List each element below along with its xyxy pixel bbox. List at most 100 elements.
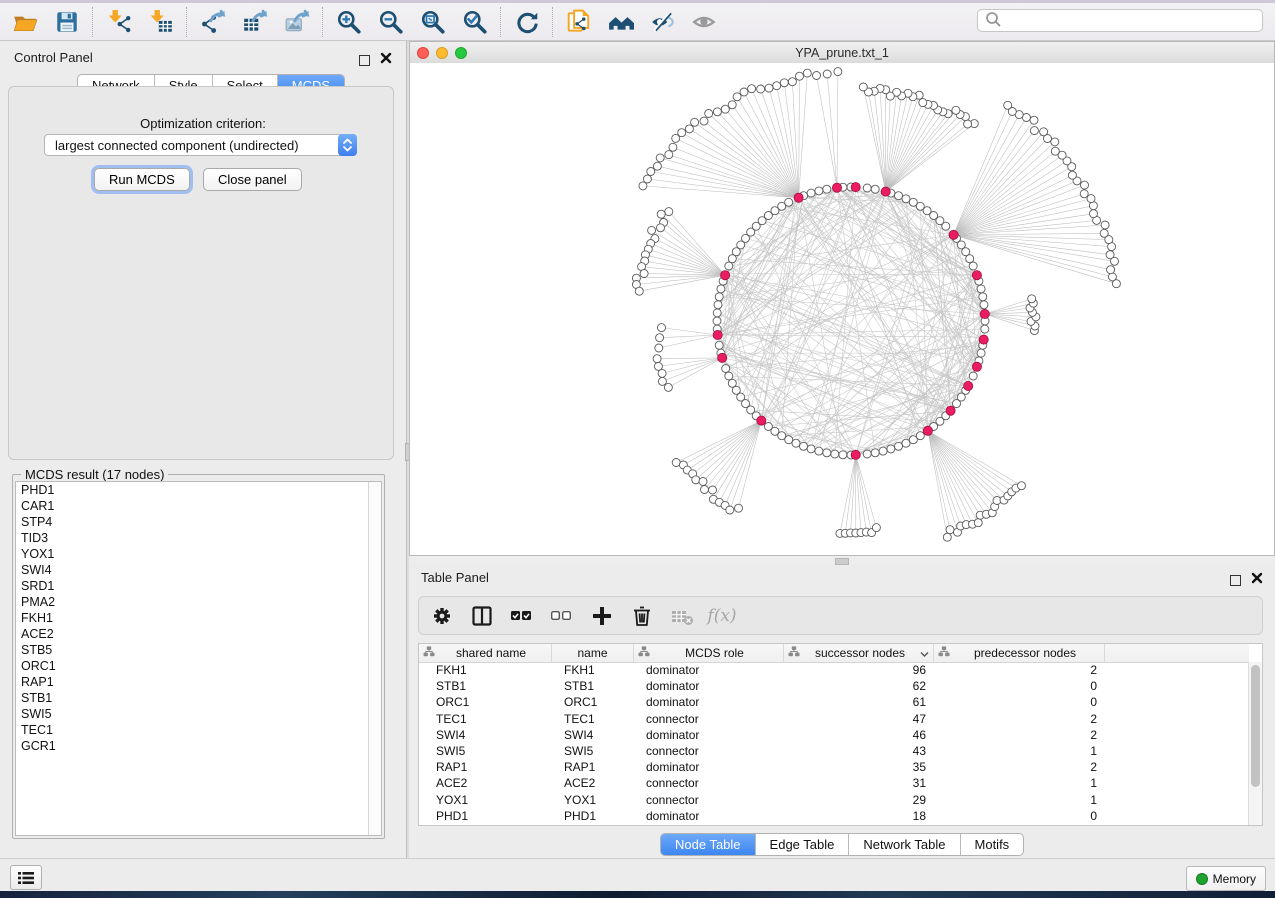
network-window-titlebar[interactable]: YPA_prune.txt_1 xyxy=(410,42,1274,64)
save-session-icon[interactable] xyxy=(46,5,88,39)
add-column-icon[interactable] xyxy=(589,603,615,629)
mcds-result-item[interactable]: YOX1 xyxy=(16,546,381,562)
hide-graphics-details-icon[interactable] xyxy=(642,5,684,39)
column-header-successor-nodes[interactable]: successor nodes xyxy=(784,644,934,662)
zoom-in-icon[interactable] xyxy=(328,5,370,39)
table-row[interactable]: FKH1FKH1dominator962 xyxy=(419,662,1249,678)
table-scrollbar[interactable] xyxy=(1248,662,1262,825)
table-row[interactable]: SWI5SWI5connector431 xyxy=(419,743,1249,759)
cell-predecessor-nodes: 0 xyxy=(934,695,1105,709)
cell-successor-nodes: 29 xyxy=(784,793,934,807)
mcds-result-item[interactable]: SWI4 xyxy=(16,562,381,578)
mcds-result-item[interactable]: FKH1 xyxy=(16,610,381,626)
mcds-result-item[interactable]: STB1 xyxy=(16,690,381,706)
zoom-selected-icon[interactable] xyxy=(454,5,496,39)
cell-successor-nodes: 96 xyxy=(784,663,934,677)
cell-successor-nodes: 18 xyxy=(784,809,934,823)
memory-button[interactable]: Memory xyxy=(1186,866,1266,891)
export-image-icon[interactable] xyxy=(276,5,318,39)
network-canvas[interactable] xyxy=(410,63,1274,555)
column-header-shared-name[interactable]: shared name xyxy=(419,644,552,662)
close-panel-button[interactable]: Close panel xyxy=(203,168,302,191)
table-row[interactable]: STB1STB1dominator620 xyxy=(419,678,1249,694)
org-chart-icon xyxy=(788,646,800,660)
float-panel-icon[interactable] xyxy=(359,55,370,66)
toolbar-separator xyxy=(186,7,188,37)
memory-label: Memory xyxy=(1213,872,1256,886)
column-header-name[interactable]: name xyxy=(552,644,634,662)
mcds-result-item[interactable]: RAP1 xyxy=(16,674,381,690)
mcds-result-item[interactable]: PMA2 xyxy=(16,594,381,610)
status-bar: Memory xyxy=(0,858,1275,892)
org-chart-icon xyxy=(938,646,950,660)
table-row[interactable]: YOX1YOX1connector291 xyxy=(419,792,1249,808)
network-graph[interactable] xyxy=(410,63,1274,555)
cell-shared-name: PHD1 xyxy=(419,809,552,823)
table-row[interactable]: ACE2ACE2connector311 xyxy=(419,775,1249,791)
deselect-all-icon[interactable] xyxy=(549,603,575,629)
cell-shared-name: SWI5 xyxy=(419,744,552,758)
table-settings-icon[interactable] xyxy=(429,603,455,629)
mcds-result-item[interactable]: ORC1 xyxy=(16,658,381,674)
cell-shared-name: FKH1 xyxy=(419,663,552,677)
table-row[interactable]: TEC1TEC1connector472 xyxy=(419,711,1249,727)
search-input[interactable] xyxy=(1001,13,1262,29)
mcds-result-list[interactable]: PHD1CAR1STP4TID3YOX1SWI4SRD1PMA2FKH1ACE2… xyxy=(15,481,382,836)
mcds-result-item[interactable]: PHD1 xyxy=(16,482,381,498)
mcds-result-item[interactable]: TEC1 xyxy=(16,722,381,738)
export-table-icon[interactable] xyxy=(234,5,276,39)
cell-MCDS-role: dominator xyxy=(634,679,784,693)
task-history-button[interactable] xyxy=(10,865,42,890)
column-header-MCDS-role[interactable]: MCDS role xyxy=(634,644,784,662)
mcds-result-item[interactable]: STP4 xyxy=(16,514,381,530)
cell-name: ORC1 xyxy=(552,695,634,709)
tab-motifs[interactable]: Motifs xyxy=(961,834,1024,855)
tab-node-table[interactable]: Node Table xyxy=(661,834,756,855)
zoom-out-icon[interactable] xyxy=(370,5,412,39)
table-row[interactable]: SWI4SWI4dominator462 xyxy=(419,727,1249,743)
horizontal-splitter[interactable] xyxy=(409,556,1275,565)
node-table[interactable]: shared namenameMCDS rolesuccessor nodesp… xyxy=(418,643,1263,826)
cell-name: ACE2 xyxy=(552,776,634,790)
table-row[interactable]: ORC1ORC1dominator610 xyxy=(419,694,1249,710)
split-panes-icon[interactable] xyxy=(469,603,495,629)
mcds-list-scrollbar[interactable] xyxy=(368,482,381,835)
run-mcds-button[interactable]: Run MCDS xyxy=(94,168,190,191)
table-panel-tabs: Node TableEdge TableNetwork TableMotifs xyxy=(660,833,1024,856)
mcds-result-item[interactable]: STB5 xyxy=(16,642,381,658)
criterion-dropdown[interactable]: largest connected component (undirected) xyxy=(44,134,357,156)
search-box[interactable] xyxy=(977,9,1263,32)
mcds-result-item[interactable]: CAR1 xyxy=(16,498,381,514)
mcds-result-item[interactable]: SRD1 xyxy=(16,578,381,594)
mcds-result-item[interactable]: ACE2 xyxy=(16,626,381,642)
duplicate-network-icon[interactable] xyxy=(558,5,600,39)
import-table-icon[interactable] xyxy=(140,5,182,39)
open-file-icon[interactable] xyxy=(4,5,46,39)
birds-eye-view-icon[interactable] xyxy=(600,5,642,39)
export-network-icon[interactable] xyxy=(192,5,234,39)
table-row[interactable]: RAP1RAP1dominator352 xyxy=(419,759,1249,775)
scrollbar-thumb[interactable] xyxy=(1251,665,1260,787)
table-row[interactable]: PHD1PHD1dominator180 xyxy=(419,808,1249,824)
mcds-result-item[interactable]: TID3 xyxy=(16,530,381,546)
show-graphics-details-icon[interactable] xyxy=(684,5,726,39)
mcds-result-item[interactable]: SWI5 xyxy=(16,706,381,722)
tab-network-table[interactable]: Network Table xyxy=(849,834,960,855)
cell-MCDS-role: connector xyxy=(634,712,784,726)
select-all-icon[interactable] xyxy=(509,603,535,629)
mcds-result-item[interactable]: GCR1 xyxy=(16,738,381,754)
cell-MCDS-role: connector xyxy=(634,793,784,807)
delete-column-icon[interactable] xyxy=(629,603,655,629)
refresh-layout-icon[interactable] xyxy=(506,5,548,39)
float-panel-icon[interactable] xyxy=(1230,575,1241,586)
import-network-icon[interactable] xyxy=(98,5,140,39)
cell-shared-name: SWI4 xyxy=(419,728,552,742)
zoom-fit-icon[interactable] xyxy=(412,5,454,39)
close-panel-icon[interactable] xyxy=(380,51,392,69)
tab-edge-table[interactable]: Edge Table xyxy=(756,834,850,855)
splitter-handle[interactable] xyxy=(835,558,849,565)
close-panel-icon[interactable] xyxy=(1251,571,1263,589)
cell-name: PHD1 xyxy=(552,809,634,823)
column-header-predecessor-nodes[interactable]: predecessor nodes xyxy=(934,644,1105,662)
cell-shared-name: YOX1 xyxy=(419,793,552,807)
